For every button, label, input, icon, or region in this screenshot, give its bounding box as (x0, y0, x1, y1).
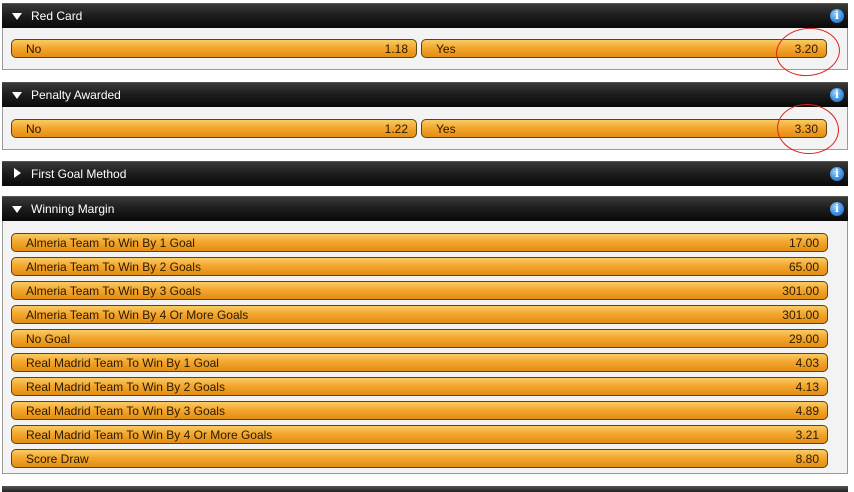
selection-label: No (26, 122, 42, 136)
odds-value: 1.18 (384, 42, 408, 56)
selection-label: Almeria Team To Win By 1 Goal (26, 236, 195, 250)
selection-label: Yes (436, 42, 456, 56)
odds-value: 4.89 (795, 404, 819, 418)
odds-button[interactable]: Real Madrid Team To Win By 4 Or More Goa… (11, 425, 828, 444)
odds-value: 17.00 (788, 236, 819, 250)
odds-button[interactable]: Real Madrid Team To Win By 2 Goals 4.13 (11, 377, 828, 396)
market-header-first-goal-method[interactable]: First Goal Method i (2, 161, 848, 186)
selection-label: Real Madrid Team To Win By 2 Goals (26, 380, 225, 394)
selection-label: Almeria Team To Win By 4 Or More Goals (26, 308, 249, 322)
odds-button-yes[interactable]: Yes 3.30 (421, 119, 827, 138)
market-header-penalty-awarded[interactable]: Penalty Awarded i (2, 82, 848, 107)
odds-button[interactable]: Almeria Team To Win By 2 Goals 65.00 (11, 257, 828, 276)
info-icon[interactable]: i (830, 167, 844, 181)
odds-value: 301.00 (782, 284, 819, 298)
collapse-triangle-icon (12, 206, 22, 213)
info-icon[interactable]: i (830, 9, 844, 23)
selection-label: No Goal (26, 332, 71, 346)
collapse-triangle-icon (12, 92, 22, 99)
odds-button[interactable]: No Goal 29.00 (11, 329, 828, 348)
odds-value: 29.00 (788, 332, 819, 346)
selection-label: Real Madrid Team To Win By 3 Goals (26, 404, 225, 418)
odds-value: 1.22 (384, 122, 408, 136)
selection-label: No (26, 42, 42, 56)
odds-button-no[interactable]: No 1.18 (11, 39, 417, 58)
odds-button[interactable]: Real Madrid Team To Win By 1 Goal 4.03 (11, 353, 828, 372)
odds-value: 3.21 (795, 428, 819, 442)
market-body: No 1.18 Yes 3.20 (2, 28, 848, 70)
selection-label: Almeria Team To Win By 3 Goals (26, 284, 201, 298)
selection-label: Real Madrid Team To Win By 1 Goal (26, 356, 219, 370)
info-icon[interactable]: i (830, 202, 844, 216)
market-header-red-card[interactable]: Red Card i (2, 3, 848, 28)
odds-value: 4.13 (795, 380, 819, 394)
expand-triangle-icon (14, 168, 21, 178)
collapse-triangle-icon (12, 13, 22, 20)
odds-button[interactable]: Real Madrid Team To Win By 3 Goals 4.89 (11, 401, 828, 420)
odds-value: 65.00 (788, 260, 819, 274)
odds-button[interactable]: Score Draw 8.80 (11, 449, 828, 468)
info-icon[interactable]: i (830, 88, 844, 102)
odds-button[interactable]: Almeria Team To Win By 4 Or More Goals 3… (11, 305, 828, 324)
odds-value: 8.80 (795, 452, 819, 466)
odds-button[interactable]: Almeria Team To Win By 1 Goal 17.00 (11, 233, 828, 252)
market-body: Almeria Team To Win By 1 Goal 17.00 Alme… (2, 221, 848, 474)
market-title: Winning Margin (31, 202, 115, 216)
odds-value: 301.00 (782, 308, 819, 322)
selection-label: Score Draw (26, 452, 89, 466)
selection-label: Yes (436, 122, 456, 136)
selection-label: Almeria Team To Win By 2 Goals (26, 260, 201, 274)
market-title: Red Card (31, 9, 83, 23)
next-market-header-edge (2, 486, 848, 492)
selection-label: Real Madrid Team To Win By 4 Or More Goa… (26, 428, 273, 442)
odds-button-no[interactable]: No 1.22 (11, 119, 417, 138)
market-header-winning-margin[interactable]: Winning Margin i (2, 196, 848, 221)
odds-value: 4.03 (795, 356, 819, 370)
market-title: First Goal Method (31, 167, 127, 181)
odds-button-yes[interactable]: Yes 3.20 (421, 39, 827, 58)
market-title: Penalty Awarded (31, 88, 121, 102)
odds-button[interactable]: Almeria Team To Win By 3 Goals 301.00 (11, 281, 828, 300)
market-body: No 1.22 Yes 3.30 (2, 107, 848, 150)
